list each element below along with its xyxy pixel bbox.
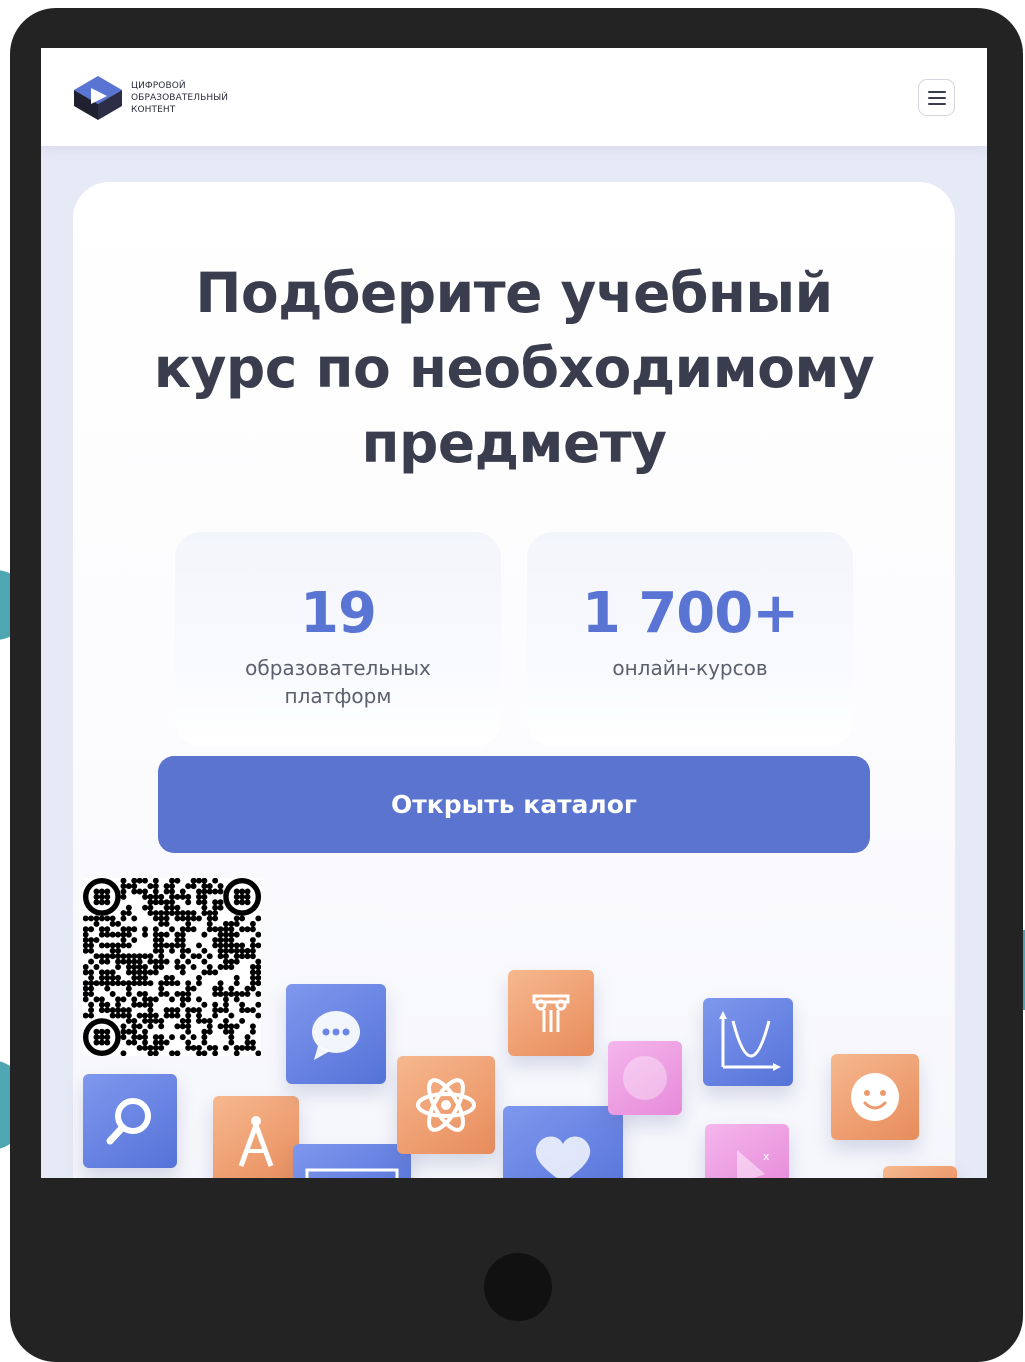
- logo-icon: [74, 76, 122, 120]
- ancient-columns-icon: [508, 970, 594, 1056]
- qr-code[interactable]: [83, 878, 261, 1056]
- tablet-screen: Цифровой образовательный контент Подбери…: [41, 48, 987, 1178]
- stat-card-courses: 1 700+ онлайн-курсов: [527, 532, 853, 746]
- compass-icon: [213, 1096, 299, 1178]
- logo-text: Цифровой образовательный контент: [131, 80, 228, 116]
- logo-line: Цифровой: [131, 81, 186, 91]
- triangle-icon: x: [705, 1124, 789, 1178]
- search-icon: [83, 1074, 177, 1168]
- logo-line: образовательный: [131, 93, 229, 103]
- geometry-frame-icon: [293, 1144, 411, 1178]
- orange-tile-icon: [883, 1166, 957, 1178]
- stat-value: 1 700+: [581, 581, 799, 646]
- stat-label: образовательных платформ: [218, 654, 458, 710]
- logo[interactable]: Цифровой образовательный контент: [72, 74, 228, 122]
- hero-title-line: предмету: [361, 411, 667, 475]
- stat-label-line: образовательных: [245, 656, 431, 680]
- hamburger-icon: [927, 90, 946, 93]
- stat-card-platforms: 19 образовательных платформ: [175, 532, 501, 746]
- open-catalog-button[interactable]: Открыть каталог: [158, 756, 870, 853]
- hero-title-line: Подберите учебный: [195, 261, 833, 325]
- stat-label-line: платформ: [284, 684, 392, 708]
- graph-icon: [703, 998, 793, 1086]
- stat-label-line: онлайн-курсов: [612, 656, 768, 680]
- hamburger-icon-line: [927, 96, 946, 99]
- pink-circle-icon: [608, 1041, 682, 1115]
- hero-title-line: курс по необходимому: [153, 336, 875, 400]
- site-header: Цифровой образовательный контент: [41, 48, 987, 146]
- heart-icon: [503, 1106, 623, 1178]
- home-button[interactable]: [484, 1253, 552, 1321]
- stat-label: онлайн-курсов: [570, 654, 810, 682]
- chat-bubble-icon: [286, 984, 386, 1084]
- atom-icon: [397, 1056, 495, 1154]
- logo-line: контент: [131, 105, 176, 115]
- hamburger-icon-line: [927, 102, 946, 105]
- smiley-icon: [831, 1054, 919, 1140]
- stat-value: 19: [300, 581, 377, 646]
- hero-title: Подберите учебный курс по необходимому п…: [73, 256, 955, 481]
- svg-text:x: x: [763, 1150, 770, 1163]
- menu-button[interactable]: [918, 79, 955, 116]
